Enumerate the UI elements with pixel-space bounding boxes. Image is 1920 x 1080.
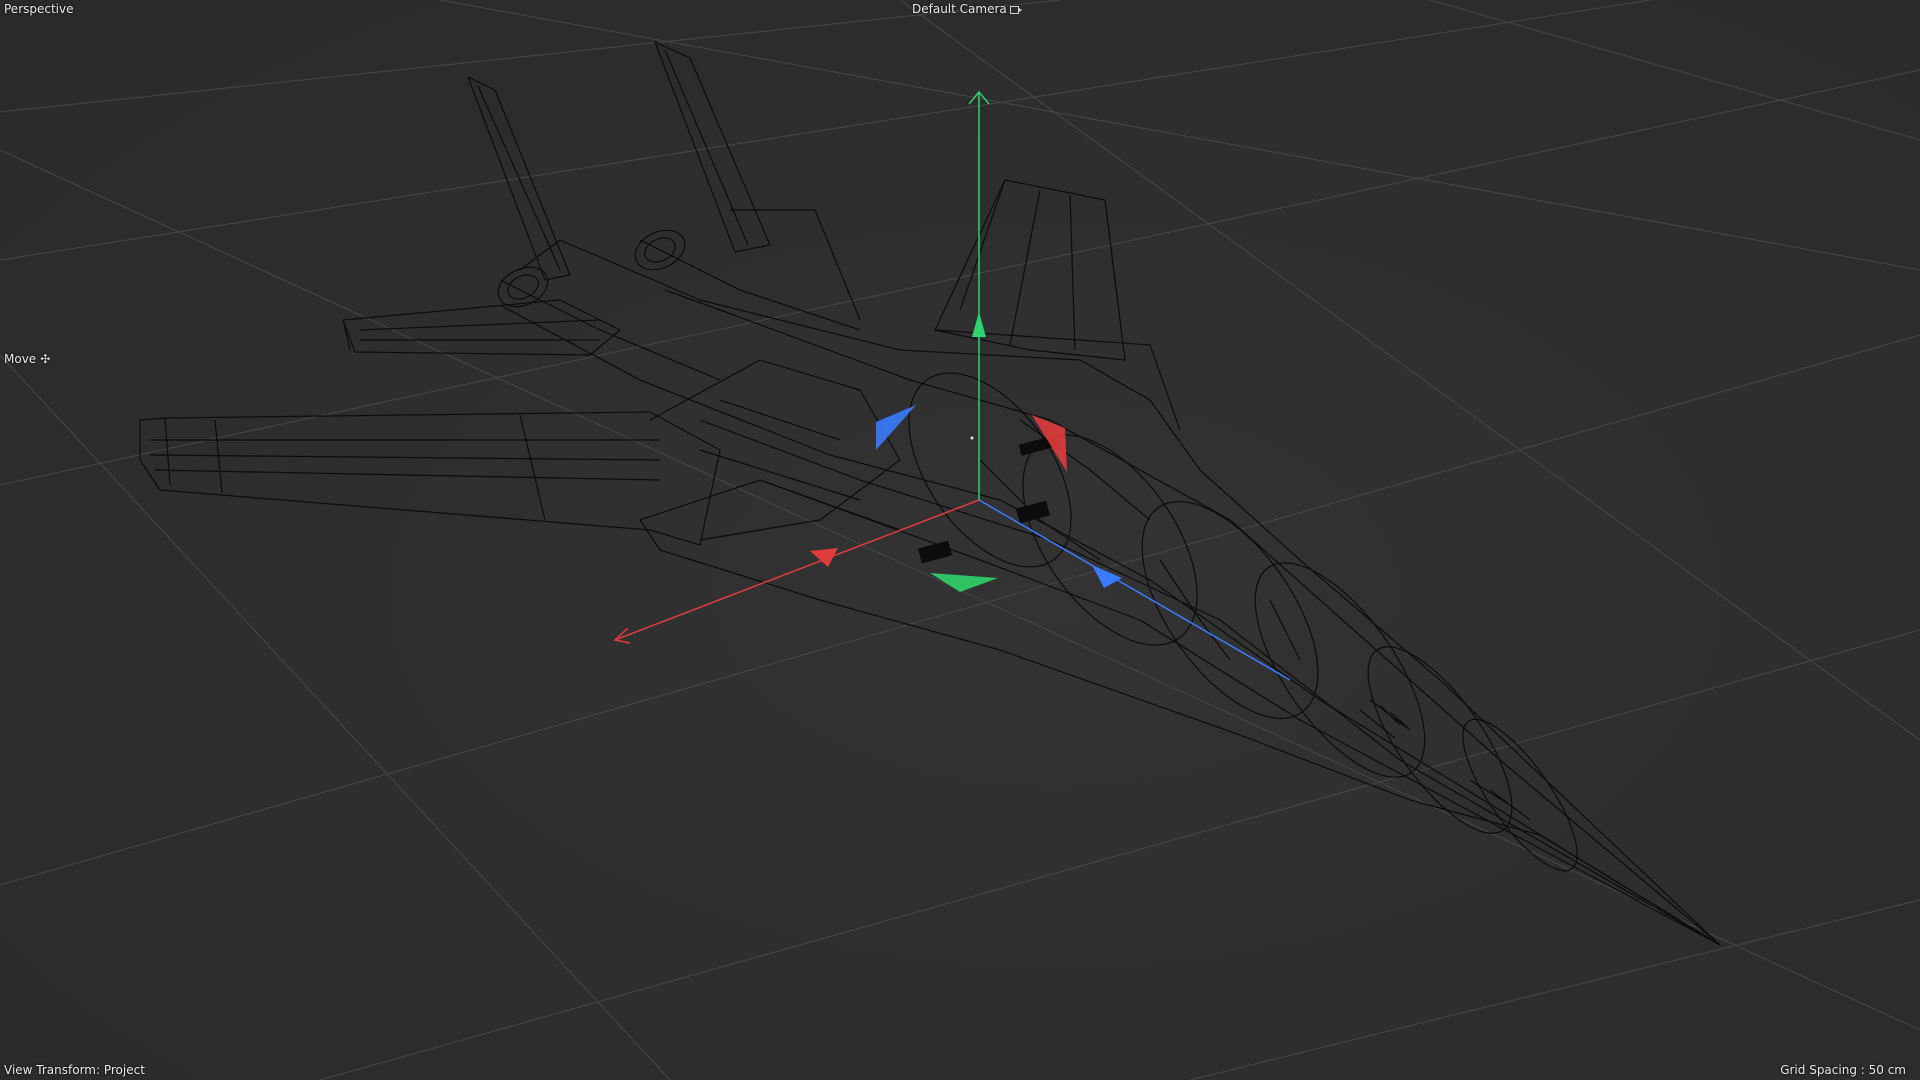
- view-name-label[interactable]: Perspective: [4, 2, 74, 16]
- gizmo-plane-zy[interactable]: [876, 405, 916, 450]
- gizmo-y-cone[interactable]: [972, 312, 986, 337]
- view-transform-label: View Transform: Project: [4, 1063, 145, 1077]
- gizmo-z-cone[interactable]: [1092, 565, 1122, 588]
- gizmo-center[interactable]: [970, 436, 974, 440]
- camera-icon: [1009, 6, 1022, 14]
- camera-menu[interactable]: Default Camera: [912, 2, 1022, 16]
- camera-name-label: Default Camera: [912, 2, 1007, 16]
- 3d-viewport[interactable]: Perspective Default Camera Move ✣ View T…: [0, 0, 1920, 1080]
- move-icon: ✣: [40, 352, 51, 366]
- active-tool-label: Move ✣: [4, 352, 50, 366]
- gizmo-x-axis[interactable]: [614, 499, 980, 641]
- gizmo-z-axis[interactable]: [978, 499, 1291, 681]
- move-gizmo[interactable]: [613, 90, 1291, 681]
- fighter-jet-wireframe[interactable]: [139, 41, 1721, 946]
- grid-spacing-label: Grid Spacing : 50 cm: [1780, 1063, 1906, 1077]
- ground-grid: [0, 0, 1920, 1080]
- tool-name: Move: [4, 352, 37, 366]
- gizmo-plane-xz[interactable]: [930, 573, 998, 592]
- viewport-canvas[interactable]: [0, 0, 1920, 1080]
